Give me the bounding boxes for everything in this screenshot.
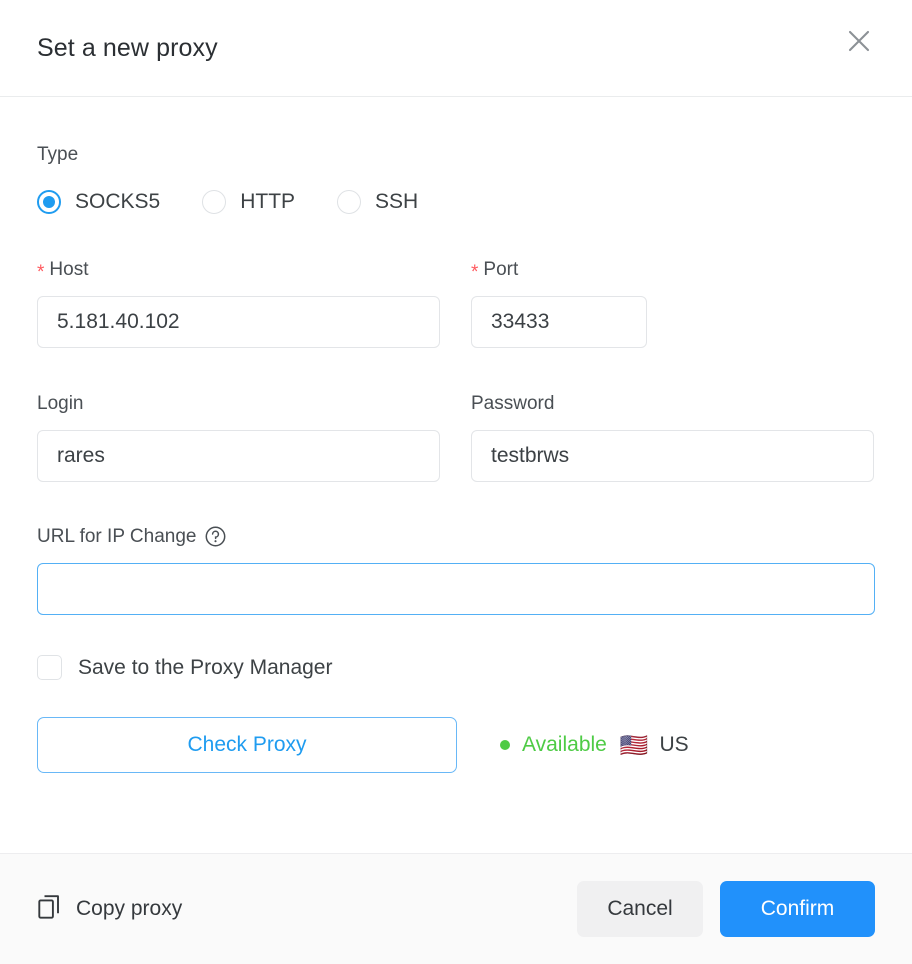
set-proxy-dialog: Set a new proxy Type SOCKS5 HTTP SSH * H…: [0, 0, 912, 964]
login-label: Login: [37, 393, 84, 414]
radio-circle-socks5: [37, 190, 61, 214]
checkbox-box: [37, 655, 62, 680]
proxy-type-radio-group: SOCKS5 HTTP SSH: [37, 190, 875, 214]
status-text: Available: [522, 733, 607, 756]
dialog-footer: Copy proxy Cancel Confirm: [0, 853, 912, 964]
radio-label-socks5: SOCKS5: [75, 190, 161, 213]
radio-label-ssh: SSH: [375, 190, 419, 213]
url-ip-change-label-row: URL for IP Change: [37, 526, 875, 547]
dialog-body: Type SOCKS5 HTTP SSH * Host * Port 5.181…: [0, 97, 912, 853]
check-proxy-row: Check Proxy Available 🇺🇸 US: [37, 717, 875, 773]
proxy-status: Available 🇺🇸 US: [500, 733, 689, 757]
password-label: Password: [471, 393, 555, 414]
dialog-header: Set a new proxy: [0, 0, 912, 97]
url-ip-change-input-row: [37, 563, 875, 615]
cancel-button[interactable]: Cancel: [577, 881, 703, 937]
copy-proxy-label: Copy proxy: [76, 897, 183, 920]
login-password-label-row: Login Password: [37, 394, 875, 413]
host-port-label-row: * Host * Port: [37, 259, 875, 282]
host-label: Host: [49, 259, 89, 280]
status-dot-icon: [500, 740, 510, 750]
url-ip-change-input[interactable]: [37, 563, 875, 615]
login-input[interactable]: [37, 430, 440, 482]
type-label: Type: [37, 144, 79, 165]
dialog-title: Set a new proxy: [37, 33, 218, 62]
radio-option-socks5[interactable]: SOCKS5: [37, 190, 160, 214]
radio-option-ssh[interactable]: SSH: [337, 190, 418, 214]
port-required-marker: *: [471, 262, 479, 283]
country-flag-icon: 🇺🇸: [619, 731, 649, 758]
password-input[interactable]: [471, 430, 874, 482]
host-input[interactable]: [37, 296, 440, 348]
save-to-proxy-manager-label: Save to the Proxy Manager: [78, 655, 333, 679]
login-password-input-row: [37, 430, 875, 482]
radio-circle-http: [202, 190, 227, 214]
confirm-button[interactable]: Confirm: [720, 881, 875, 937]
host-required-marker: *: [37, 262, 45, 283]
url-ip-change-label: URL for IP Change: [37, 526, 197, 547]
radio-circle-ssh: [337, 190, 362, 214]
radio-option-http[interactable]: HTTP: [202, 190, 295, 214]
host-port-input-row: [37, 296, 875, 348]
check-proxy-button[interactable]: Check Proxy: [37, 717, 457, 773]
copy-proxy-button[interactable]: Copy proxy: [37, 894, 182, 925]
copy-icon: [37, 894, 61, 925]
question-circle-icon[interactable]: [205, 526, 226, 547]
port-label: Port: [483, 259, 519, 280]
port-input[interactable]: [471, 296, 647, 348]
radio-label-http: HTTP: [240, 190, 296, 213]
country-code-label: US: [659, 733, 689, 756]
save-to-proxy-manager-checkbox[interactable]: Save to the Proxy Manager: [37, 655, 875, 680]
close-icon[interactable]: [840, 22, 878, 60]
